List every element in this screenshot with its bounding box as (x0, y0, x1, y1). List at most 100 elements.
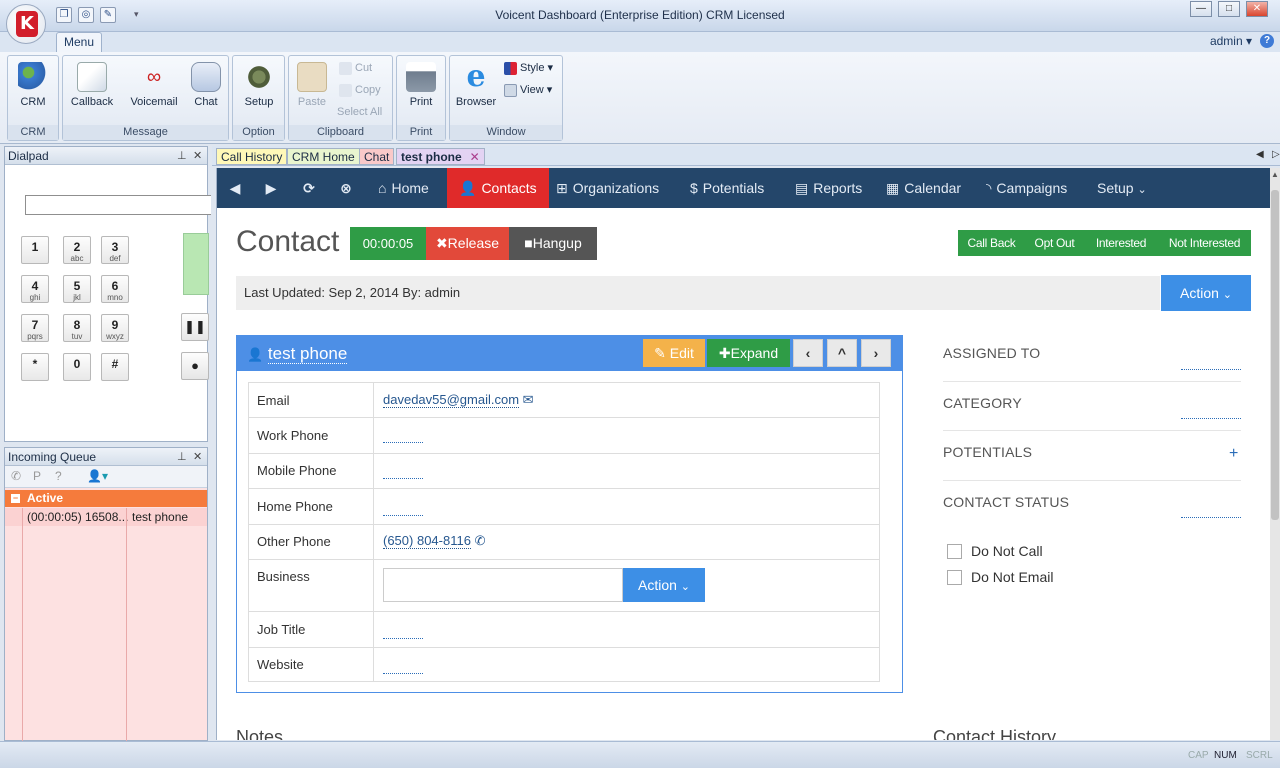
close-panel-icon[interactable]: ✕ (193, 147, 202, 165)
help-icon[interactable]: ? (55, 469, 62, 483)
callback-button[interactable]: Callback (69, 60, 115, 108)
pin-icon[interactable]: ⊥ (177, 147, 187, 165)
cut-button[interactable]: Cut (339, 59, 372, 77)
not-interested-button[interactable]: Not Interested (1158, 230, 1251, 256)
phone-icon[interactable]: ✆ (11, 469, 21, 483)
nav-campaigns[interactable]: ◝ Campaigns (986, 168, 1067, 208)
mobile-phone-value[interactable] (383, 478, 423, 479)
dialpad-key[interactable]: 1 (21, 236, 49, 264)
interested-button[interactable]: Interested (1084, 230, 1158, 256)
minimize-button[interactable]: — (1190, 1, 1212, 17)
crm-button[interactable]: CRM (10, 60, 56, 108)
dialpad-key[interactable]: 5 jkl (63, 275, 91, 303)
dialpad-key[interactable]: 0 (63, 353, 91, 381)
dialpad-key[interactable]: 9 wxyz (101, 314, 129, 342)
action-dropdown-button[interactable]: Action ⌄ (1161, 275, 1251, 311)
hangup-button[interactable]: ■Hangup (509, 227, 597, 260)
nav-contacts[interactable]: 👤 Contacts (447, 168, 549, 208)
back-icon[interactable]: ◀ (227, 180, 243, 196)
refresh-icon[interactable]: ⟳ (301, 180, 317, 196)
dialpad-key[interactable]: 7 pqrs (21, 314, 49, 342)
call-back-button[interactable]: Call Back (958, 230, 1025, 256)
user-menu[interactable]: admin ▾ (1210, 34, 1252, 48)
email-link[interactable]: davedav55@gmail.com (383, 392, 520, 408)
nav-organizations[interactable]: ⊞ Organizations (556, 168, 659, 208)
dialpad-key[interactable]: * (21, 353, 49, 381)
voicemail-button[interactable]: ∞ Voicemail (125, 60, 183, 108)
close-panel-icon[interactable]: ✕ (193, 448, 202, 466)
nav-home[interactable]: ⌂ Home (378, 168, 429, 208)
hold-button[interactable]: ❚❚ (181, 313, 209, 341)
dialpad-key[interactable]: 6 mno (101, 275, 129, 303)
pin-icon[interactable]: ⊥ (177, 448, 187, 466)
queue-group-active[interactable]: − Active (5, 490, 207, 507)
tab-test-phone[interactable]: test phone ✕ (396, 148, 485, 165)
do-not-call-checkbox[interactable] (947, 544, 962, 559)
previous-contact-button[interactable]: ‹ (793, 339, 823, 367)
browser-button[interactable]: e Browser (453, 60, 499, 109)
dialpad-key[interactable]: # (101, 353, 129, 381)
tab-menu[interactable]: Menu (56, 32, 102, 52)
dialpad-key[interactable]: 2 abc (63, 236, 91, 264)
dialpad-key[interactable]: 4 ghi (21, 275, 49, 303)
job-title-value[interactable] (383, 638, 423, 639)
business-action-button[interactable]: Action ⌄ (623, 568, 705, 602)
add-potential-icon[interactable]: + (1229, 445, 1238, 463)
next-contact-button[interactable]: › (861, 339, 891, 367)
other-phone-link[interactable]: (650) 804-8116 (383, 533, 471, 549)
close-button[interactable]: ✕ (1246, 1, 1268, 17)
copy-button[interactable]: Copy (339, 81, 381, 99)
tab-chat[interactable]: Chat (359, 148, 395, 165)
help-icon[interactable]: ? (1260, 34, 1274, 48)
collapse-icon[interactable]: − (11, 494, 20, 503)
nav-setup[interactable]: Setup ⌄ (1097, 168, 1147, 208)
work-phone-value[interactable] (383, 442, 423, 443)
tab-crm-home[interactable]: CRM Home (287, 148, 360, 165)
phone-icon[interactable]: ✆ (475, 533, 486, 548)
queue-row[interactable]: (00:00:05) 16508... test phone (5, 508, 207, 526)
stop-icon[interactable]: ⊗ (338, 180, 354, 196)
assigned-to-value[interactable] (1181, 369, 1241, 370)
nav-calendar[interactable]: ▦ Calendar (886, 168, 961, 208)
app-logo-icon[interactable]: K (6, 4, 46, 44)
call-button[interactable] (183, 233, 209, 295)
category-value[interactable] (1181, 418, 1241, 419)
agent-icon[interactable]: 👤▾ (87, 469, 108, 483)
contact-name[interactable]: 👤 test phone (247, 336, 348, 372)
do-not-email-checkbox[interactable] (947, 570, 962, 585)
transfer-icon[interactable]: P (33, 469, 41, 483)
home-phone-value[interactable] (383, 515, 423, 516)
setup-button[interactable]: Setup (236, 60, 282, 108)
paste-button[interactable]: Paste (289, 60, 335, 108)
scroll-up-icon[interactable]: ▲ (1271, 170, 1279, 179)
website-value[interactable] (383, 673, 423, 674)
dialpad-key[interactable]: 3 def (101, 236, 129, 264)
edit-button[interactable]: ✎ Edit (643, 339, 705, 367)
scrollbar-thumb[interactable] (1271, 190, 1279, 520)
expand-button[interactable]: ✚Expand (707, 339, 790, 367)
opt-out-button[interactable]: Opt Out (1025, 230, 1084, 256)
chat-button[interactable]: Chat (183, 60, 229, 108)
forward-icon[interactable]: ▶ (263, 180, 279, 196)
dial-number-input[interactable] (25, 195, 211, 215)
close-tab-icon[interactable]: ✕ (470, 149, 480, 165)
style-dropdown[interactable]: Style ▾ (504, 59, 553, 77)
contact-status-value[interactable] (1181, 517, 1241, 518)
envelope-icon[interactable]: ✉ (523, 392, 534, 407)
business-input[interactable] (383, 568, 623, 602)
email-value[interactable]: davedav55@gmail.com ✉ (383, 392, 534, 408)
select-all-button[interactable]: Select All (337, 103, 382, 121)
record-button[interactable]: ● (181, 352, 209, 380)
tab-scroll-right-icon[interactable]: ▷ (1272, 149, 1280, 160)
dialpad-key[interactable]: 8 tuv (63, 314, 91, 342)
other-phone-value[interactable]: (650) 804-8116 ✆ (383, 533, 485, 549)
up-contact-button[interactable]: ^ (827, 339, 857, 367)
maximize-button[interactable]: □ (1218, 1, 1240, 17)
tab-call-history[interactable]: Call History (216, 148, 288, 165)
view-dropdown[interactable]: View ▾ (504, 81, 552, 99)
tab-scroll-left-icon[interactable]: ◀ (1256, 149, 1264, 160)
nav-potentials[interactable]: $ Potentials (690, 168, 764, 208)
release-button[interactable]: ✖Release (426, 227, 509, 260)
nav-reports[interactable]: ▤ Reports (795, 168, 862, 208)
print-button[interactable]: Print (398, 60, 444, 108)
